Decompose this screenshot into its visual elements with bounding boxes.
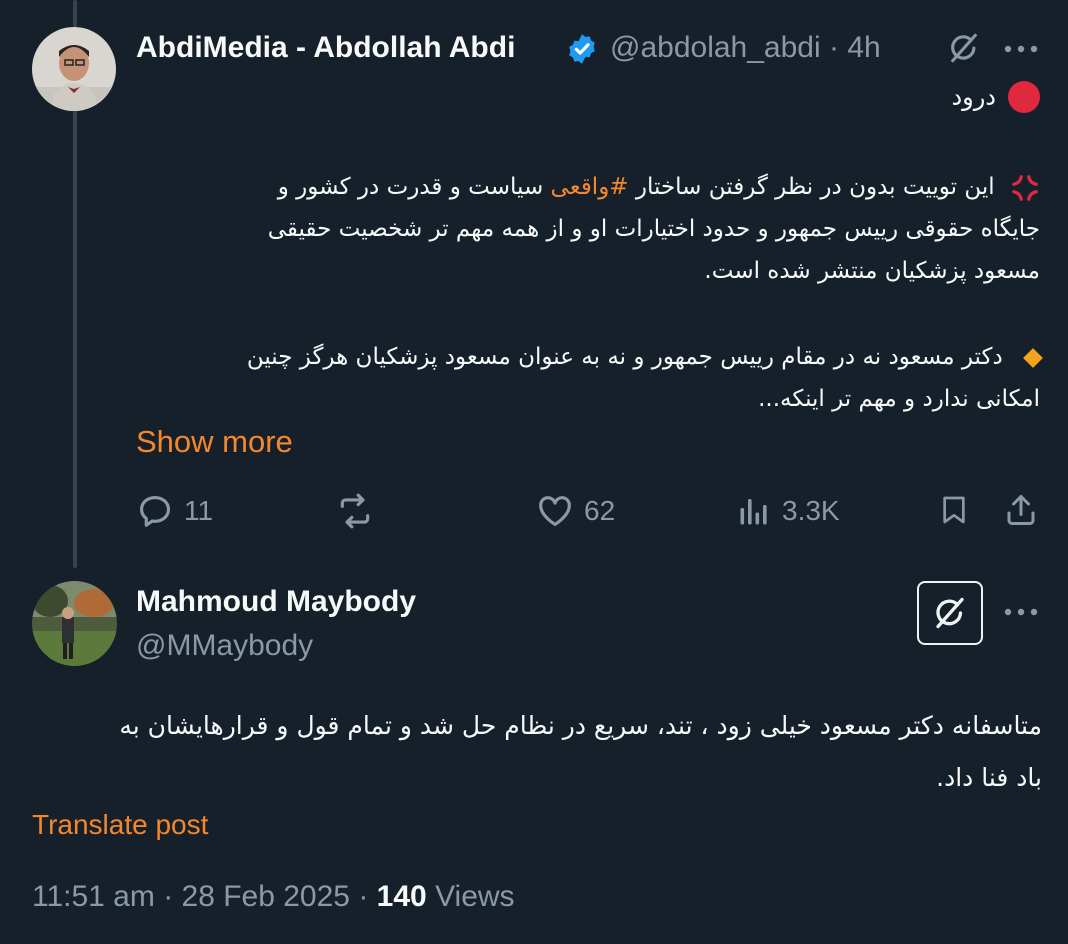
post-p1-end: سیاست و قدرت در کشور و: [277, 174, 544, 200]
status-text: درود: [951, 83, 996, 111]
verified-badge-icon: [564, 31, 600, 67]
views-button[interactable]: 3.3K: [736, 492, 840, 530]
views-count: 3.3K: [782, 495, 840, 526]
reply-line-2: باد فنا داد.: [936, 763, 1042, 792]
post-p2-line-1: دکتر مسعود نه در مقام رییس جمهور و نه به…: [160, 336, 1043, 378]
repost-icon: [340, 493, 370, 529]
orange-diamond-icon: [1023, 347, 1043, 368]
hashtag-link[interactable]: #واقعی: [551, 174, 629, 200]
repost-button[interactable]: [334, 492, 376, 530]
post-line-3: مسعود پزشکیان منتشر شده است.: [704, 258, 1040, 284]
timestamp[interactable]: 11:51 am · 28 Feb 2025 ·: [32, 880, 377, 913]
show-more-link[interactable]: Show more: [136, 424, 293, 460]
share-icon: [1007, 495, 1035, 525]
post-paragraph-1: این توییت بدون در نظر گرفتن ساختار #واقع…: [160, 166, 1040, 292]
separator-dot: ·: [820, 31, 848, 64]
grok-icon[interactable]: [944, 30, 984, 66]
bookmark-button[interactable]: [934, 490, 974, 530]
bookmark-icon: [943, 496, 965, 524]
translate-post-link[interactable]: Translate post: [32, 809, 208, 841]
reply-line-1: متاسفانه دکتر مسعود خیلی زود ، تند، سریع…: [119, 711, 1042, 740]
share-button[interactable]: [1000, 490, 1042, 530]
post-line-2: جایگاه حقوقی رییس جمهور و حدود اختیارات …: [267, 216, 1040, 242]
post-p1-start: این توییت بدون در نظر گرفتن ساختار: [635, 174, 995, 200]
more-options-icon[interactable]: [996, 597, 1046, 627]
avatar[interactable]: [32, 27, 116, 111]
views-number: 140: [376, 880, 427, 913]
post-p2-line-2: امکانی ندارد و مهم تر اینکه...: [758, 386, 1040, 412]
post-line-1: این توییت بدون در نظر گرفتن ساختار #واقع…: [160, 166, 1040, 208]
grok-icon: [936, 597, 964, 629]
reply-author-name[interactable]: Mahmoud Maybody: [136, 585, 416, 619]
post-time[interactable]: 4h: [847, 31, 880, 64]
post-paragraph-2: دکتر مسعود نه در مقام رییس جمهور و نه به…: [160, 336, 1043, 420]
post-author-name[interactable]: AbdiMedia - Abdollah Abdi: [136, 31, 515, 65]
views-label: Views: [435, 880, 515, 913]
like-count: 62: [584, 495, 616, 526]
avatar[interactable]: [32, 581, 117, 666]
post-meta: 11:51 am · 28 Feb 2025 · 140 Views: [32, 880, 515, 914]
reply-handle[interactable]: @MMaybody: [136, 629, 313, 663]
grok-button[interactable]: [917, 581, 983, 645]
reply-icon: [139, 495, 171, 527]
post-p2-text-1: دکتر مسعود نه در مقام رییس جمهور و نه به…: [246, 344, 1003, 370]
like-button[interactable]: 62: [536, 492, 615, 530]
more-options-icon[interactable]: [996, 34, 1046, 64]
status-line: درود: [740, 80, 1040, 114]
reply-button[interactable]: 11: [136, 492, 213, 530]
views-chart-icon: [740, 499, 767, 525]
reply-text: متاسفانه دکتر مسعود خیلی زود ، تند، سریع…: [32, 700, 1042, 804]
post-handle-time[interactable]: @abdolah_abdi · 4h: [610, 31, 881, 65]
red-circle-icon: [1008, 81, 1040, 113]
anger-icon: [1010, 173, 1040, 203]
post-handle[interactable]: @abdolah_abdi: [610, 31, 821, 64]
reply-count: 11: [184, 495, 214, 526]
heart-icon: [539, 496, 571, 527]
